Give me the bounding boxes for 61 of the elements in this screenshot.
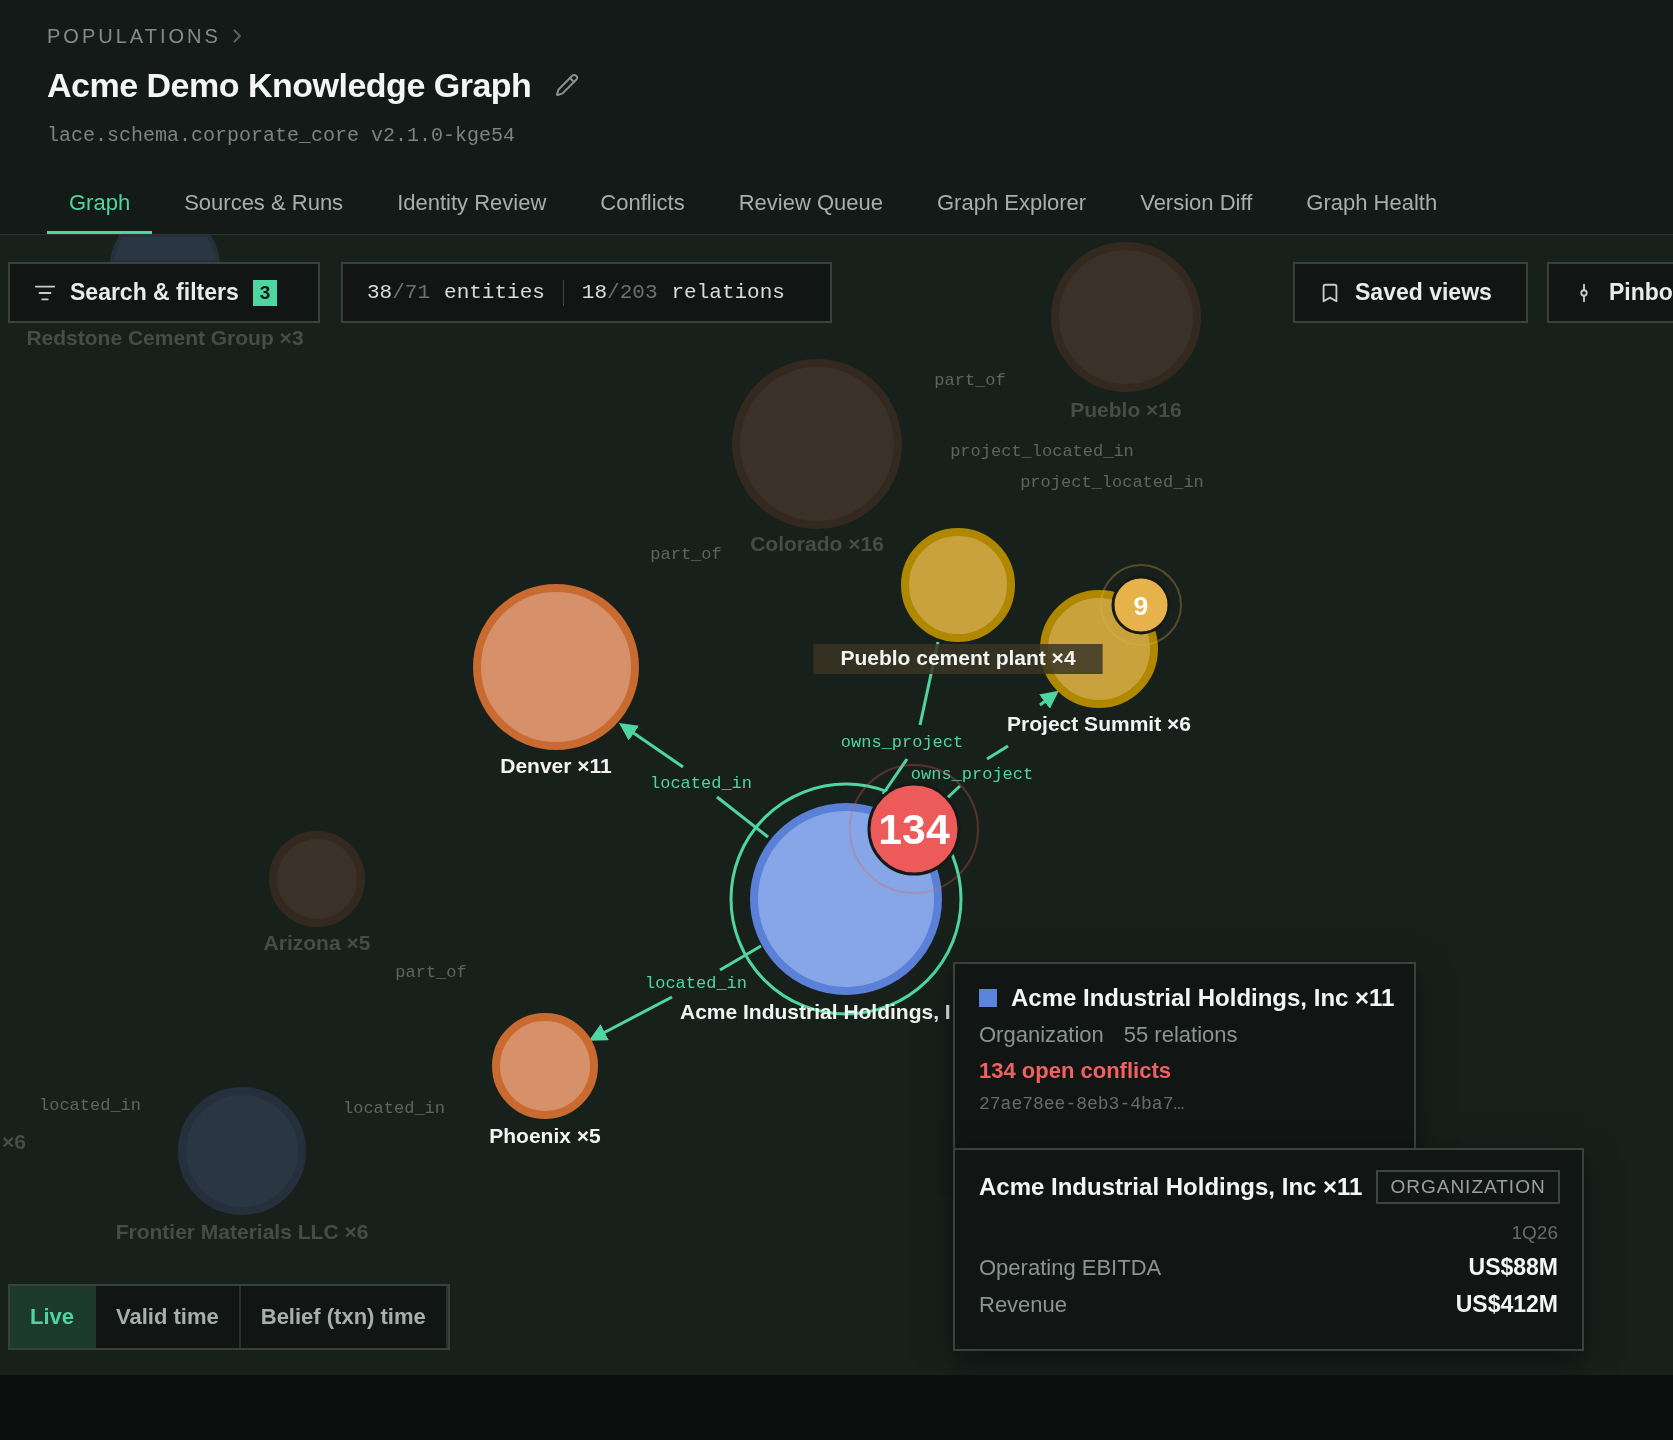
metric-value: US$88M: [1468, 1254, 1558, 1281]
edge-label: project_located_in: [950, 442, 1134, 461]
entity-total: /71: [392, 281, 431, 304]
edge-label: located_in: [645, 974, 747, 993]
pencil-icon[interactable]: [555, 73, 580, 97]
period-label: 1Q26: [1511, 1222, 1558, 1244]
time-mode-tab[interactable]: Live: [10, 1286, 97, 1348]
entity-type: Organization: [979, 1022, 1104, 1048]
conflict-count: 134 open conflicts: [979, 1058, 1172, 1084]
edge-label: located_in: [39, 1096, 141, 1115]
nav-tab[interactable]: Version Diff: [1118, 174, 1275, 234]
edge-label: part_of: [395, 963, 467, 982]
graph-node[interactable]: [269, 831, 365, 927]
node-label: Project Summit ×6: [1007, 712, 1191, 735]
nav-tab[interactable]: Graph Explorer: [915, 174, 1109, 234]
metric-label: Operating EBITDA: [979, 1254, 1162, 1281]
edge-label: owns_project: [910, 765, 1034, 784]
search-filters-button[interactable]: Search & filters 3: [8, 262, 320, 323]
node-label: Denver ×11: [500, 754, 612, 777]
graph-node[interactable]: [901, 528, 1015, 642]
breadcrumb-link[interactable]: POPULATIONS: [47, 24, 221, 48]
entities-label: entities: [444, 281, 545, 304]
filter-count: 3: [252, 279, 278, 306]
edge-label: owns_project: [840, 733, 964, 752]
relations-label: relations: [671, 281, 785, 304]
edge-label: part_of: [650, 545, 722, 564]
nav-tab[interactable]: Review Queue: [716, 174, 905, 234]
graph-node[interactable]: [732, 359, 902, 529]
graph-node[interactable]: [492, 1013, 598, 1119]
edge-label: located_in: [343, 1099, 445, 1118]
node-label: Phoenix ×5: [489, 1124, 601, 1147]
relation-count: 55 relations: [1123, 1022, 1238, 1048]
edge-label: part_of: [934, 371, 1006, 390]
entity-count: 38: [367, 281, 393, 304]
chevron-icon: [232, 29, 241, 43]
nav-tab[interactable]: Sources & Runs: [162, 174, 366, 234]
metric-value: US$412M: [1455, 1291, 1558, 1318]
graph-node[interactable]: [110, 235, 220, 264]
type-badge: ORGANIZATION: [1376, 1170, 1560, 1204]
nav-tab[interactable]: Identity Review: [375, 174, 569, 234]
nav-tab[interactable]: Conflicts: [578, 174, 707, 234]
graph-node[interactable]: [1051, 242, 1201, 392]
node-label: Pueblo cement plant ×4: [813, 644, 1103, 674]
count-badge: 9: [1100, 564, 1182, 646]
node-label: Acme Industrial Holdings, I: [680, 1000, 951, 1023]
edge-label: project_located_in: [1020, 473, 1204, 492]
page-title: Acme Demo Knowledge Graph: [47, 65, 532, 105]
relation-count: 18: [581, 281, 608, 304]
type-swatch: [979, 989, 997, 1007]
graph-node[interactable]: [473, 584, 639, 750]
entity-title: Acme Industrial Holdings, Inc ×11: [979, 1173, 1363, 1201]
entity-title: Acme Industrial Holdings, Inc ×11: [1011, 984, 1395, 1012]
edge-label: located_in: [650, 774, 752, 793]
nav-tab[interactable]: Graph Health: [1284, 174, 1460, 234]
entity-id: 27ae78ee-8eb3-4ba7…: [979, 1094, 1186, 1114]
pinboard-button[interactable]: Pinbo: [1547, 262, 1673, 323]
saved-views-button[interactable]: Saved views: [1293, 262, 1528, 323]
metric-label: Revenue: [979, 1291, 1068, 1318]
relation-total: /203: [607, 281, 658, 304]
schema-version: lace.schema.corporate_core v2.1.0-kge54: [46, 124, 517, 147]
graph-node[interactable]: [178, 1087, 306, 1215]
